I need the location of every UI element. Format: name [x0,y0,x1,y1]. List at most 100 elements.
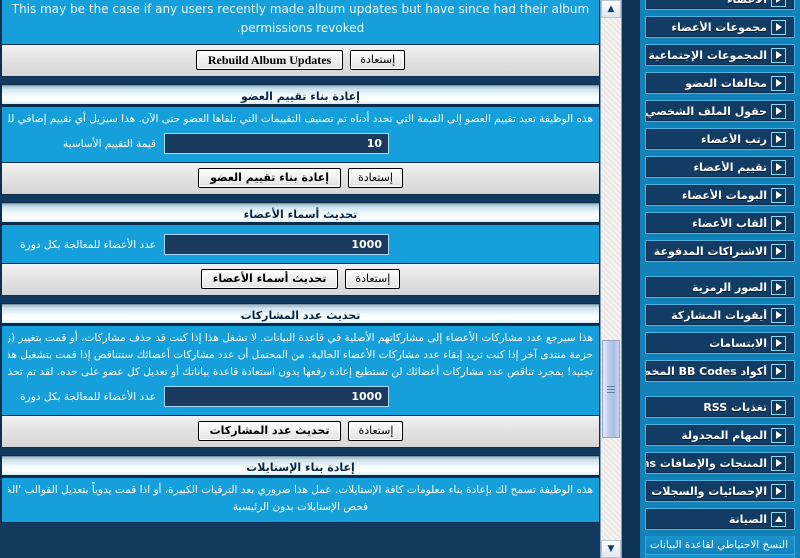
sidebar-nav-label: الابتسامات [709,336,767,350]
play-icon[interactable] [771,215,786,231]
sidebar-nav-item[interactable]: مخالفات العضو [645,72,795,94]
sidebar-nav-label: مجموعات الأعضاء [671,20,767,34]
panel-button-bar: تحديث عدد المشاركات إستعادة [2,415,599,447]
play-icon[interactable] [771,335,786,351]
sidebar-submenu-item[interactable]: النسخ الاحتياطي لقاعدة البيانات [646,536,794,555]
sidebar-nav-label: الإحصائيات والسجلات [651,484,767,498]
numeric-input-update-usernames[interactable] [164,234,389,255]
sidebar-nav-item[interactable]: أيقونات المشاركة [645,304,795,326]
panel-body: هذه الوظيفة تعيد تقييم العضو إلى القيمة … [2,107,599,162]
admin-cp-window: albums to display in the Recently Update… [0,0,800,558]
reset-button-rebuild-album-updates[interactable]: إستعادة [350,50,406,70]
numeric-input-update-post-counts[interactable] [164,386,389,407]
submit-button-update-usernames[interactable]: تحديث أسماء الأعضاء [200,269,339,289]
scrollbar-grip-icon [607,384,615,395]
sidebar-nav-label: الاشتراكات المدفوعة [653,244,767,258]
sidebar-nav-label: الصور الرمزية [692,280,767,294]
sidebar-nav-label: المجموعات الإجتماعية [648,48,767,62]
sidebar-nav-item[interactable]: الابتسامات [645,332,795,354]
sidebar-nav-item[interactable]: المهام المجدولة [645,424,795,446]
panel-rebuild-styles: إعادة بناء الإستايلات هذه الوظيفة تسمح لك… [0,455,600,523]
panel-description-line: تجنبه! بمجرد تناقص عدد مشاركات أعضائك لن… [8,366,593,378]
reset-button-update-usernames[interactable]: إستعادة [345,269,401,289]
sidebar-nav-item[interactable]: الصور الرمزية [645,276,795,298]
play-icon[interactable] [771,103,786,119]
sidebar-nav-label: مخالفات العضو [685,76,767,90]
panel-body: عدد الأعضاء للمعالجة بكل دورة [2,225,599,263]
play-icon[interactable] [771,307,786,323]
sidebar-nav-label: أيقونات المشاركة [671,308,767,322]
play-icon[interactable] [771,483,786,499]
scroll-up-button[interactable]: ▲ [601,0,621,18]
sidebar-nav-item[interactable]: الاشتراكات المدفوعة [645,240,795,262]
panel-description-line: هذه الوظيفة تعيد تقييم العضو إلى القيمة … [8,113,593,125]
panel-button-bar: تحديث أسماء الأعضاء إستعادة [2,263,599,295]
sidebar-nav-item[interactable]: حقول الملف الشخصي [645,100,795,122]
panel-title: إعادة بناء الإستايلات [2,456,599,478]
field-label: عدد الأعضاء للمعالجة بكل دورة [20,238,156,251]
sidebar-nav-item[interactable]: البومات الأعضاء [645,184,795,206]
sidebar-nav-item[interactable]: ألقاب الأعضاء [645,212,795,234]
sidebar-submenu-maintenance: النسخ الاحتياطي لقاعدة البياناتإصلاح/ تح… [645,536,795,558]
sidebar-nav-item[interactable]: المجموعات الإجتماعية [645,44,795,66]
sidebar-nav-item[interactable]: مجموعات الأعضاء [645,16,795,38]
scroll-down-button[interactable]: ▼ [601,540,621,558]
sidebar-nav-label: المهام المجدولة [681,428,767,442]
sidebar-nav-label: حقول الملف الشخصي [646,104,767,118]
panel-description-line: فحص الإستايلات بدون الرئيسية [232,501,369,513]
panel-description-line: .permissions revoked [236,21,365,35]
play-icon[interactable] [771,427,786,443]
submit-button-rebuild-album-updates[interactable]: Rebuild Album Updates [195,50,344,70]
sidebar-nav-item[interactable]: الصيانة [645,508,795,530]
sidebar-nav-item[interactable]: الإحصائيات والسجلات [645,480,795,502]
main-content-area: albums to display in the Recently Update… [0,0,600,558]
sidebar-nav-item[interactable]: تغذيات RSS [645,396,795,418]
sidebar-nav-item[interactable]: الأعضاء [645,0,795,10]
sidebar-nav-item[interactable]: المنتجات والإضافات Plugins [645,452,795,474]
sidebar-nav-label: تغذيات RSS [703,400,767,414]
sidebar-nav-label: أكواد BB Codes المخصصة [646,364,767,378]
play-icon[interactable] [771,75,786,91]
panel-button-bar: Rebuild Album Updates إستعادة [2,44,599,76]
play-icon[interactable] [771,243,786,259]
admin-sidebar-nav: الأعضاء مجموعات الأعضاء المجموعات الإجتماع… [640,0,800,558]
play-icon[interactable] [771,47,786,63]
play-icon[interactable] [771,19,786,35]
layout-gutter [623,0,640,558]
submit-button-rebuild-user-reputation[interactable]: إعادة بناء تقييم العضو [198,168,341,188]
play-icon[interactable] [771,399,786,415]
panel-button-bar: إعادة بناء تقييم العضو إستعادة [2,162,599,194]
page-vertical-scrollbar[interactable]: ▲ ▼ [600,0,622,558]
play-icon[interactable] [771,131,786,147]
sidebar-nav-label: رتب الأعضاء [700,132,767,146]
chevron-down-icon: ▼ [607,543,615,554]
submit-button-update-post-counts[interactable]: تحديث عدد المشاركات [197,421,342,441]
panel-rebuild-user-reputation: إعادة بناء تقييم العضو هذه الوظيفة تعيد ت… [0,84,600,195]
scrollbar-track[interactable] [601,18,621,540]
reset-button-rebuild-user-reputation[interactable]: إستعادة [348,168,403,188]
sidebar-nav-label: الصيانة [728,512,767,526]
play-icon[interactable] [771,363,786,379]
triangle-up-icon[interactable] [771,511,786,527]
sidebar-nav-label: البومات الأعضاء [681,188,767,202]
play-icon[interactable] [771,455,786,471]
reset-button-update-post-counts[interactable]: إستعادة [348,421,404,441]
play-icon[interactable] [771,159,786,175]
sidebar-nav-item[interactable]: رتب الأعضاء [645,128,795,150]
field-label: قيمة التقييم الأساسية [63,137,156,150]
panel-rebuild-album-updates: albums to display in the Recently Update… [0,0,600,77]
sidebar-nav-label: ألقاب الأعضاء [692,216,767,230]
field-label: عدد الأعضاء للمعالجة بكل دورة [20,390,156,403]
play-icon[interactable] [771,0,786,7]
panel-title: إعادة بناء تقييم العضو [2,85,599,107]
sidebar-nav-item[interactable]: تقييم الأعضاء [645,156,795,178]
play-icon[interactable] [771,187,786,203]
field-row: عدد الأعضاء للمعالجة بكل دورة [8,234,593,255]
sidebar-nav-item[interactable]: أكواد BB Codes المخصصة [645,360,795,382]
play-icon[interactable] [771,279,786,295]
panel-update-post-counts: تحديث عدد المشاركات هذا سيرجع عدد مشاركات… [0,303,600,448]
scrollbar-thumb[interactable] [602,340,620,438]
panel-body: هذا سيرجع عدد مشاركات الأعضاء إلى مشاركا… [2,326,599,415]
numeric-input-rebuild-user-reputation[interactable] [164,133,389,154]
field-row: عدد الأعضاء للمعالجة بكل دورة [8,386,593,407]
